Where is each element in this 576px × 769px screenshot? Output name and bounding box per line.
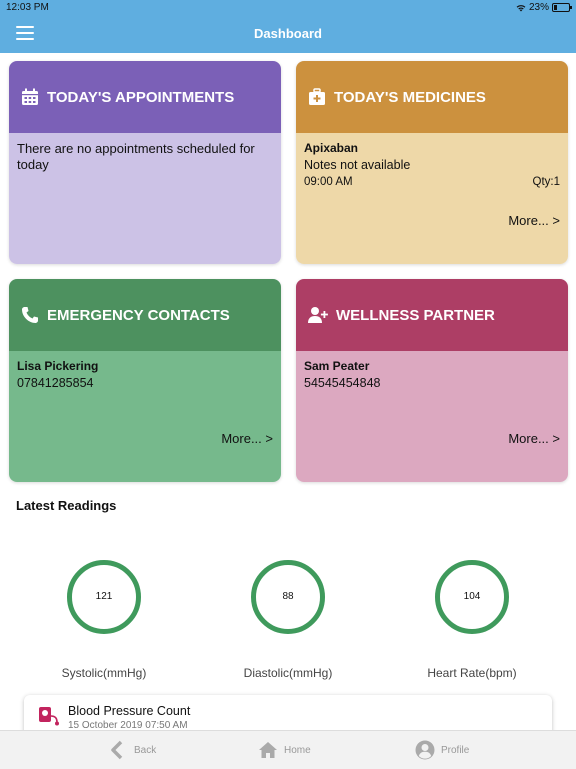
blood-pressure-title: Blood Pressure Count xyxy=(68,704,191,718)
emergency-contacts-card-body: Lisa Pickering 07841285854 More... > xyxy=(9,351,281,482)
emergency-contact-name: Lisa Pickering xyxy=(17,359,99,373)
appointments-card-header: TODAY'S APPOINTMENTS xyxy=(9,61,281,133)
wifi-icon xyxy=(516,4,526,11)
nav-bar: Dashboard xyxy=(0,16,576,53)
systolic-label: Systolic(mmHg) xyxy=(61,666,147,680)
appointments-card[interactable]: TODAY'S APPOINTMENTS There are no appoin… xyxy=(9,61,281,264)
diastolic-gauge[interactable]: 88 xyxy=(250,559,326,635)
battery-icon xyxy=(552,3,572,12)
home-icon xyxy=(259,742,277,758)
medicine-name: Apixaban xyxy=(304,141,359,155)
latest-readings-title: Latest Readings xyxy=(16,498,117,513)
systolic-value: 121 xyxy=(95,591,113,602)
tab-back[interactable]: Back xyxy=(108,740,156,760)
heart-rate-value: 104 xyxy=(463,591,481,602)
user-icon xyxy=(415,740,435,760)
medicine-schedule-row: 09:00 AM Qty:1 xyxy=(304,176,560,188)
add-user-icon xyxy=(308,307,328,323)
tab-bar: Back Home Profile xyxy=(0,730,576,769)
systolic-gauge[interactable]: 121 xyxy=(66,559,142,635)
status-right: 23% xyxy=(516,2,572,13)
emergency-contacts-card-header: EMERGENCY CONTACTS xyxy=(9,279,281,351)
emergency-contacts-card[interactable]: EMERGENCY CONTACTS Lisa Pickering 078412… xyxy=(9,279,281,482)
battery-percent: 23% xyxy=(528,2,549,13)
status-bar: 12:03 PM 23% xyxy=(0,0,576,16)
diastolic-label: Diastolic(mmHg) xyxy=(243,666,333,680)
emergency-more-link[interactable]: More... > xyxy=(221,431,273,446)
medicine-qty: Qty:1 xyxy=(532,176,560,188)
blood-pressure-icon xyxy=(39,707,59,726)
emergency-contact-phone: 07841285854 xyxy=(17,376,94,390)
wellness-partner-card[interactable]: WELLNESS PARTNER Sam Peater 54545454848 … xyxy=(296,279,568,482)
diastolic-value: 88 xyxy=(282,591,294,602)
appointments-card-title: TODAY'S APPOINTMENTS xyxy=(47,88,235,106)
tab-back-label: Back xyxy=(134,744,157,756)
medicines-card-header: TODAY'S MEDICINES xyxy=(296,61,568,133)
page-title: Dashboard xyxy=(254,26,322,41)
medicines-card[interactable]: TODAY'S MEDICINES Apixaban Notes not ava… xyxy=(296,61,568,264)
wellness-partner-card-header: WELLNESS PARTNER xyxy=(296,279,568,351)
calendar-icon xyxy=(22,88,38,105)
medicine-time: 09:00 AM xyxy=(304,176,353,188)
medicines-card-title: TODAY'S MEDICINES xyxy=(334,88,486,106)
heart-rate-label: Heart Rate(bpm) xyxy=(427,666,517,680)
medicine-notes: Notes not available xyxy=(304,158,411,172)
tab-profile-label: Profile xyxy=(441,744,470,756)
medical-kit-icon xyxy=(309,88,325,105)
status-time: 12:03 PM xyxy=(6,2,49,13)
tab-home[interactable]: Home xyxy=(258,740,311,760)
heart-rate-gauge[interactable]: 104 xyxy=(434,559,510,635)
wellness-partner-phone: 54545454848 xyxy=(304,376,381,390)
emergency-contacts-card-title: EMERGENCY CONTACTS xyxy=(47,306,230,324)
wellness-partner-name: Sam Peater xyxy=(304,359,370,373)
medicines-more-link[interactable]: More... > xyxy=(508,213,560,228)
medicines-card-body: Apixaban Notes not available 09:00 AM Qt… xyxy=(296,133,568,264)
no-appointments-message: There are no appointments scheduled for … xyxy=(17,141,255,172)
wellness-partner-card-body: Sam Peater 54545454848 More... > xyxy=(296,351,568,482)
tab-profile[interactable]: Profile xyxy=(415,740,469,760)
appointments-card-body: There are no appointments scheduled for … xyxy=(9,133,281,264)
wellness-more-link[interactable]: More... > xyxy=(508,431,560,446)
wellness-partner-card-title: WELLNESS PARTNER xyxy=(336,306,495,324)
tab-home-label: Home xyxy=(284,744,311,756)
chevron-left-icon xyxy=(111,740,123,760)
phone-icon xyxy=(22,307,38,323)
